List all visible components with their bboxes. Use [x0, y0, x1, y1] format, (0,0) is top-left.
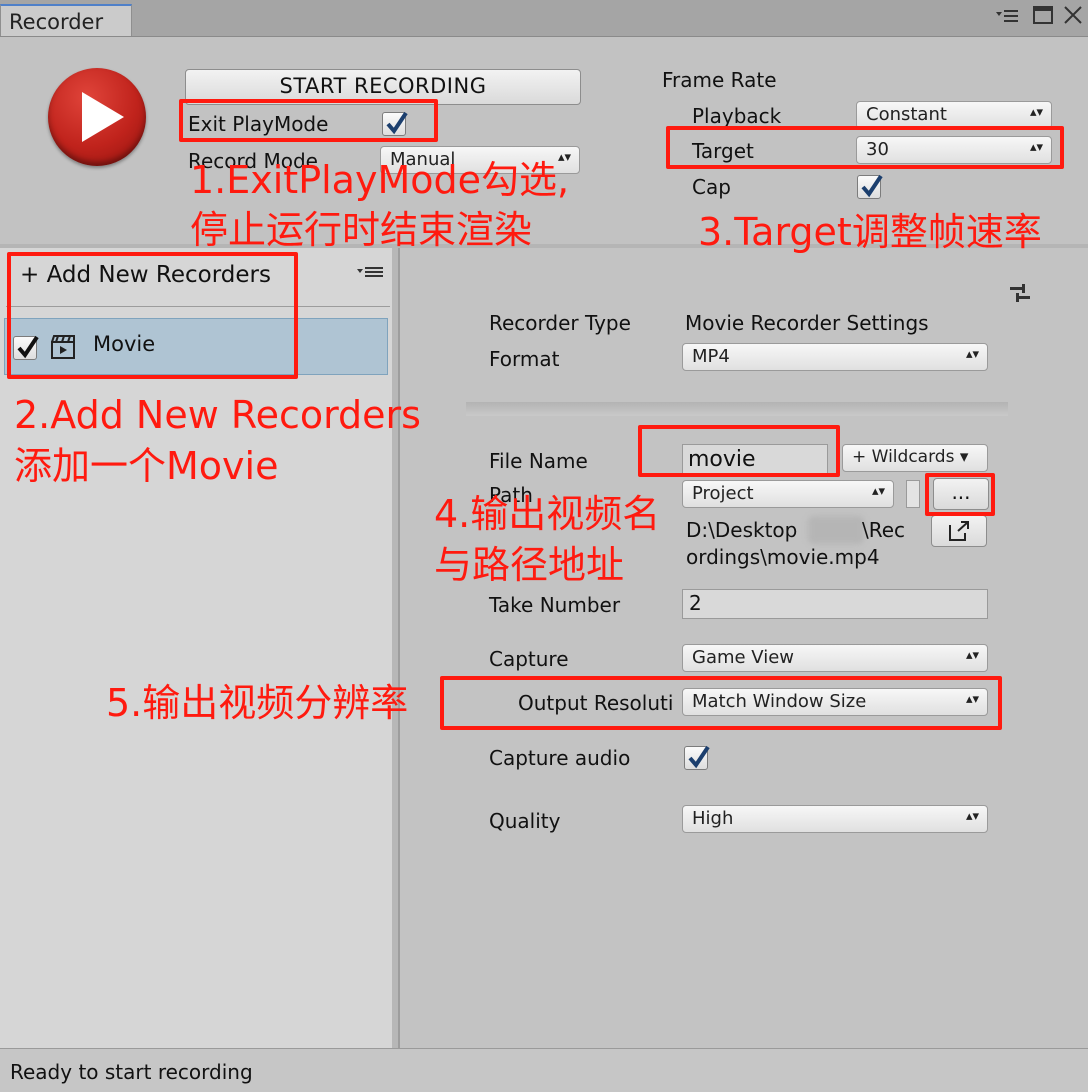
list-menu-icon[interactable] [356, 264, 386, 283]
annotation-box-target [666, 126, 1064, 169]
checkmark-icon [688, 745, 710, 769]
take-number-label: Take Number [489, 593, 621, 617]
annotation-box-browse [925, 473, 995, 516]
updown-arrow-icon: ▴▾ [1029, 105, 1043, 120]
annotation-box-file-name [638, 425, 840, 477]
annotation-4-line2: 与路径地址 [434, 543, 625, 587]
playback-dropdown[interactable]: Constant ▴▾ [856, 101, 1052, 129]
file-name-label: File Name [489, 449, 588, 473]
take-number-input[interactable]: 2 [682, 589, 988, 619]
format-dropdown[interactable]: MP4 ▴▾ [682, 343, 988, 371]
playback-label: Playback [692, 104, 782, 128]
annotation-box-output-resolution [440, 676, 1002, 730]
updown-arrow-icon: ▴▾ [965, 347, 979, 362]
capture-label: Capture [489, 647, 569, 671]
path-root-dropdown[interactable]: Project ▴▾ [682, 480, 894, 508]
annotation-1-line2: 停止运行时结束渲染 [190, 208, 533, 252]
capture-audio-checkbox[interactable] [684, 745, 710, 770]
cap-checkbox[interactable] [857, 174, 883, 199]
updown-arrow-icon: ▴▾ [871, 484, 885, 499]
wildcards-dropdown[interactable]: + Wildcards ▾ [842, 444, 988, 472]
title-bar [0, 0, 1088, 37]
maximize-icon[interactable] [1032, 4, 1054, 30]
playback-value: Constant [866, 104, 947, 125]
checkmark-icon [861, 174, 883, 198]
recorder-type-value: Movie Recorder Settings [685, 311, 929, 335]
play-button[interactable] [48, 68, 146, 166]
redacted-path-segment [808, 516, 864, 544]
close-icon[interactable] [1062, 4, 1084, 30]
status-text: Ready to start recording [10, 1060, 253, 1084]
annotation-2-line1: 2.Add New Recorders [14, 393, 421, 437]
open-external-icon [949, 521, 969, 541]
open-folder-button[interactable] [931, 515, 987, 547]
updown-arrow-icon: ▴▾ [965, 648, 979, 663]
annotation-2-line2: 添加一个Movie [14, 444, 279, 488]
window-tab[interactable]: Recorder [0, 4, 132, 36]
section-divider [466, 402, 1008, 416]
format-value: MP4 [692, 346, 730, 367]
annotation-box-add-recorders [7, 252, 298, 379]
cap-label: Cap [692, 175, 731, 199]
annotation-5: 5.输出视频分辨率 [106, 681, 409, 725]
annotation-1-line1: 1.ExitPlayMode勾选, [190, 158, 570, 202]
path-root-value: Project [692, 483, 754, 504]
capture-value: Game View [692, 647, 795, 668]
recorder-type-label: Recorder Type [489, 311, 631, 335]
take-number-value: 2 [689, 591, 702, 615]
capture-dropdown[interactable]: Game View ▴▾ [682, 644, 988, 672]
annotation-3: 3.Target调整帧速率 [698, 210, 1042, 254]
wildcards-label: + Wildcards ▾ [852, 447, 969, 467]
path-leaf-input[interactable] [906, 480, 920, 508]
quality-dropdown[interactable]: High ▴▾ [682, 805, 988, 833]
output-path-text-start: D:\Desktop [686, 518, 798, 542]
window-tab-title: Recorder [9, 10, 104, 34]
updown-arrow-icon: ▴▾ [965, 809, 979, 824]
output-path-text-line2: ordings\movie.mp4 [686, 545, 880, 569]
annotation-4-line1: 4.输出视频名 [434, 492, 661, 536]
menu-icon[interactable] [994, 4, 1022, 32]
annotation-box-exit-playmode [179, 99, 438, 142]
quality-value: High [692, 808, 734, 829]
preset-settings-icon[interactable] [1008, 282, 1032, 306]
capture-audio-label: Capture audio [489, 746, 631, 770]
quality-label: Quality [489, 809, 561, 833]
output-path-text-end: \Rec [862, 518, 906, 542]
format-label: Format [489, 347, 560, 371]
frame-rate-heading: Frame Rate [662, 68, 777, 92]
play-icon [82, 92, 124, 142]
